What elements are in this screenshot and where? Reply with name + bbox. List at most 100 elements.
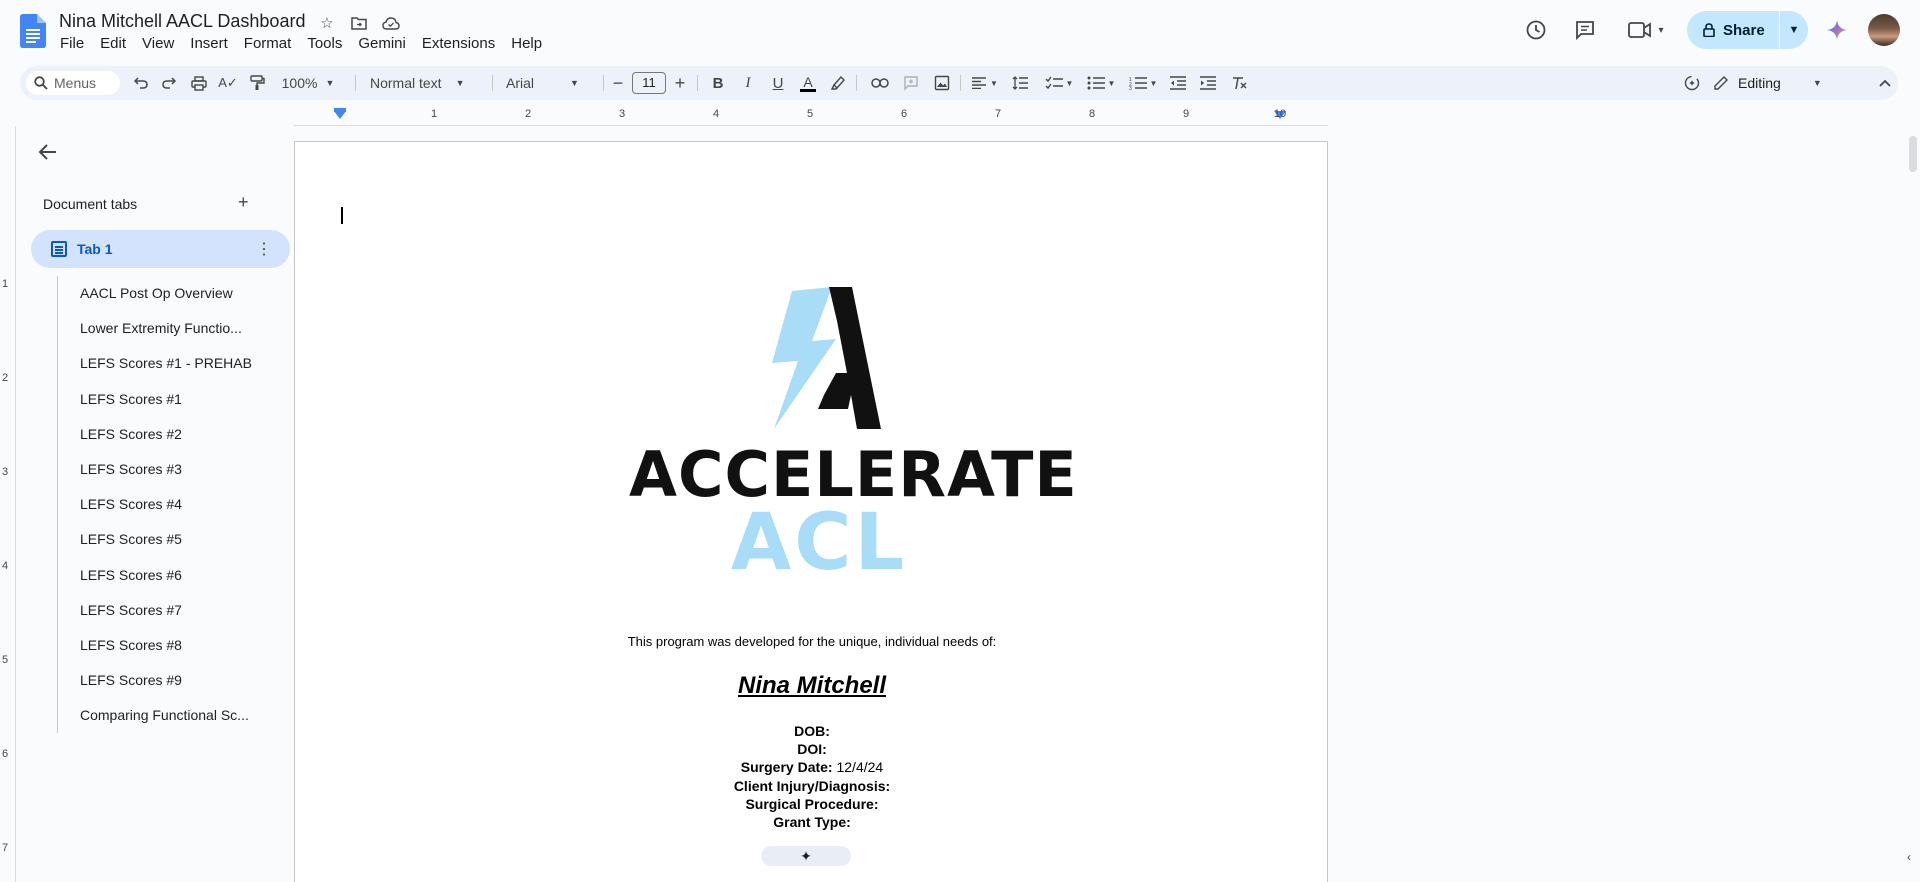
svg-text:3: 3: [1129, 86, 1132, 90]
spellcheck-icon[interactable]: A✓: [217, 66, 239, 100]
field-label: Surgery Date:: [740, 759, 833, 776]
collapse-side-panel-icon[interactable]: ‹: [1898, 846, 1920, 868]
outline-item[interactable]: LEFS Scores #1 - PREHAB: [58, 346, 277, 381]
add-tab-icon[interactable]: +: [238, 192, 249, 213]
menu-format[interactable]: Format: [236, 34, 300, 54]
align-icon[interactable]: ▼: [970, 66, 1000, 100]
menus-search[interactable]: Menus: [26, 71, 120, 95]
title-bar: Nina Mitchell AACL Dashboard ☆ File Edit…: [0, 0, 1920, 64]
highlight-color-icon[interactable]: [826, 66, 850, 100]
share-label: Share: [1723, 21, 1765, 39]
editing-mode-select[interactable]: Editing ▼: [1714, 66, 1844, 100]
zoom-select[interactable]: 100% ▼: [278, 66, 338, 100]
insert-image-icon[interactable]: [930, 66, 954, 100]
menu-file[interactable]: File: [52, 34, 92, 54]
underline-icon[interactable]: U: [766, 66, 790, 100]
outline-item[interactable]: Comparing Functional Sc...: [58, 698, 277, 733]
document-title[interactable]: Nina Mitchell AACL Dashboard: [59, 11, 305, 32]
meet-icon[interactable]: ▾: [1624, 18, 1668, 42]
line-spacing-icon[interactable]: [1008, 66, 1032, 100]
left-indent-marker[interactable]: [334, 111, 346, 119]
document-outline: AACL Post Op Overview Lower Extremity Fu…: [57, 276, 277, 734]
outline-item[interactable]: LEFS Scores #7: [58, 593, 277, 628]
vertical-ruler[interactable]: 1 2 3 4 5 6 7: [0, 126, 16, 882]
vertical-scrollbar[interactable]: [1906, 126, 1920, 882]
undo-icon[interactable]: [130, 66, 152, 100]
text-color-icon[interactable]: A: [796, 66, 820, 100]
menu-insert[interactable]: Insert: [182, 34, 236, 54]
outline-item[interactable]: AACL Post Op Overview: [58, 276, 277, 311]
editing-mode-value: Editing: [1738, 75, 1781, 91]
menu-help[interactable]: Help: [503, 34, 550, 54]
redo-icon[interactable]: [158, 66, 180, 100]
print-icon[interactable]: [188, 66, 210, 100]
chevron-down-icon: ▼: [455, 78, 465, 88]
outline-item[interactable]: LEFS Scores #9: [58, 663, 277, 698]
gemini-spark-icon[interactable]: [1825, 18, 1849, 42]
ruler-number: 4: [2, 560, 9, 572]
clear-formatting-icon[interactable]: [1227, 66, 1251, 100]
field-grant-type: Grant Type:: [295, 813, 1329, 831]
hide-menus-icon[interactable]: [1873, 66, 1897, 100]
menu-view[interactable]: View: [134, 34, 182, 54]
document-tabs-sidebar: Document tabs + Tab 1 ⋮ AACL Post Op Ove…: [16, 126, 290, 882]
docs-logo-icon[interactable]: [20, 14, 46, 48]
gemini-suggest-icon[interactable]: [1680, 66, 1704, 100]
outline-item[interactable]: LEFS Scores #3: [58, 452, 277, 487]
numbered-list-icon[interactable]: 1 2 3 ▼: [1126, 66, 1160, 100]
document-page[interactable]: ACCELERATE ACL This program was develope…: [294, 141, 1328, 882]
checklist-icon[interactable]: ▼: [1042, 66, 1076, 100]
move-to-folder-icon[interactable]: [349, 13, 369, 33]
gemini-help-me-create-chip[interactable]: ✦: [761, 846, 851, 866]
decrease-font-size-icon[interactable]: −: [608, 66, 628, 100]
share-dropdown-icon[interactable]: ▼: [1780, 24, 1808, 36]
bold-icon[interactable]: B: [706, 66, 730, 100]
zoom-value: 100%: [281, 75, 318, 91]
cloud-saved-icon[interactable]: [381, 13, 401, 33]
scrollbar-thumb[interactable]: [1909, 136, 1917, 172]
more-options-icon[interactable]: ⋮: [256, 239, 272, 259]
outline-item[interactable]: LEFS Scores #2: [58, 417, 277, 452]
share-button[interactable]: Share ▼: [1687, 11, 1808, 49]
outline-item[interactable]: LEFS Scores #5: [58, 522, 277, 557]
horizontal-ruler[interactable]: 1 2 3 4 5 6 7 8 9 10: [294, 106, 1328, 126]
ruler-number: 10: [1273, 108, 1287, 120]
increase-font-size-icon[interactable]: +: [670, 66, 690, 100]
ruler-number: 7: [994, 108, 1002, 120]
outline-item[interactable]: LEFS Scores #1: [58, 382, 277, 417]
outline-item[interactable]: Lower Extremity Functio...: [58, 311, 277, 346]
field-surgical-procedure: Surgical Procedure:: [295, 795, 1329, 813]
decrease-indent-icon[interactable]: [1166, 66, 1190, 100]
menu-tools[interactable]: Tools: [299, 34, 350, 54]
bulleted-list-icon[interactable]: ▼: [1084, 66, 1118, 100]
tab-label: Tab 1: [77, 241, 113, 257]
avatar[interactable]: [1868, 14, 1900, 46]
back-arrow-icon[interactable]: [38, 142, 62, 166]
menu-bar: File Edit View Insert Format Tools Gemin…: [52, 34, 550, 54]
outline-item[interactable]: LEFS Scores #6: [58, 558, 277, 593]
version-history-icon[interactable]: [1524, 18, 1548, 42]
menu-edit[interactable]: Edit: [92, 34, 134, 54]
italic-icon[interactable]: I: [736, 66, 760, 100]
font-size-input[interactable]: 11: [632, 72, 666, 94]
field-value: 12/4/24: [836, 759, 884, 776]
tab-1[interactable]: Tab 1 ⋮: [31, 230, 290, 268]
comments-icon[interactable]: [1573, 18, 1597, 42]
ruler-number: 2: [2, 372, 9, 384]
outline-item[interactable]: LEFS Scores #4: [58, 487, 277, 522]
star-icon[interactable]: ☆: [317, 13, 337, 33]
menu-gemini[interactable]: Gemini: [350, 34, 414, 54]
insert-link-icon[interactable]: [868, 66, 892, 100]
outline-item[interactable]: LEFS Scores #8: [58, 628, 277, 663]
menu-extensions[interactable]: Extensions: [414, 34, 503, 54]
paint-format-icon[interactable]: [246, 66, 268, 100]
ruler-number: 3: [618, 108, 626, 120]
increase-indent-icon[interactable]: [1196, 66, 1220, 100]
ruler-number: 6: [900, 108, 908, 120]
font-select[interactable]: Arial ▼: [498, 66, 598, 100]
paragraph-style-select[interactable]: Normal text ▼: [366, 66, 486, 100]
ruler-number: 5: [2, 654, 9, 666]
ruler-number: 4: [712, 108, 720, 120]
add-comment-icon[interactable]: [899, 66, 923, 100]
ruler-number: 1: [2, 278, 9, 290]
